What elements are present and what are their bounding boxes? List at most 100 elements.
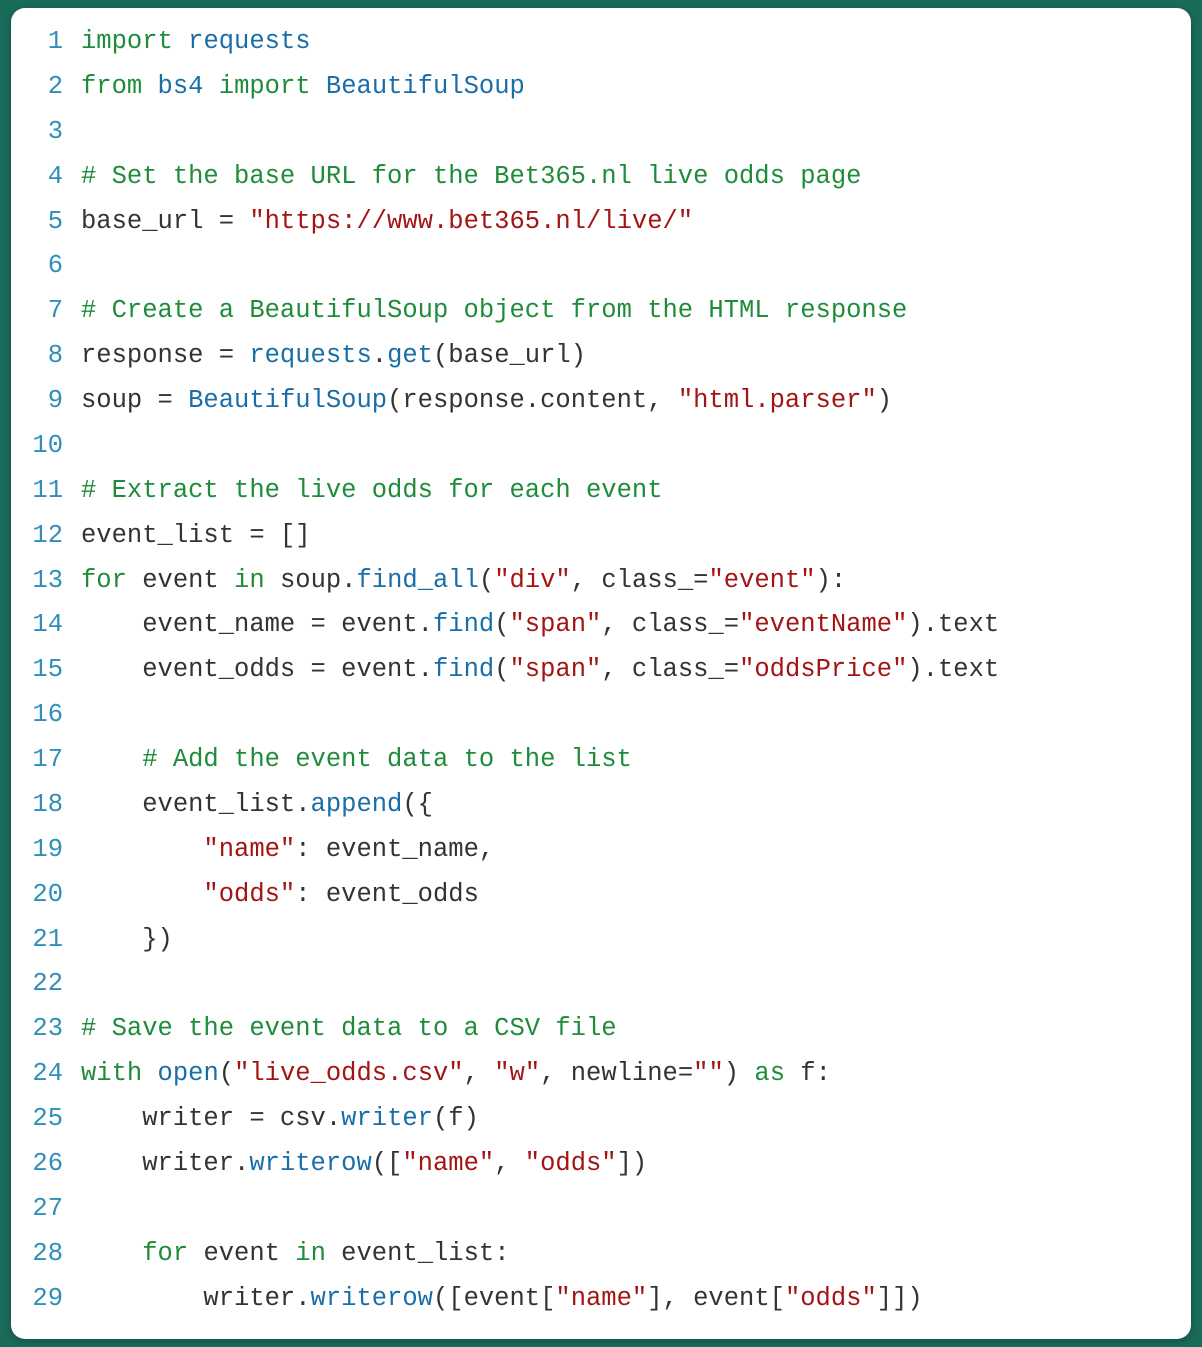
line-number: 7 <box>11 289 81 334</box>
code-line: 29 writer.writerow([event["name"], event… <box>11 1277 1191 1322</box>
code-token: (response.content, <box>387 386 678 415</box>
code-token: event_odds = event. <box>81 655 433 684</box>
code-token: soup. <box>265 566 357 595</box>
code-line: 24with open("live_odds.csv", "w", newlin… <box>11 1052 1191 1097</box>
code-token: # Add the event data to the list <box>142 745 632 774</box>
code-token: "odds" <box>203 880 295 909</box>
code-token: as <box>754 1059 785 1088</box>
code-token: find <box>433 610 494 639</box>
code-content[interactable]: import requests <box>81 20 1191 65</box>
code-content[interactable]: # Create a BeautifulSoup object from the… <box>81 289 1191 334</box>
line-number: 28 <box>11 1232 81 1277</box>
code-token: ).text <box>907 610 999 639</box>
code-token: from <box>81 72 142 101</box>
code-content[interactable]: from bs4 import BeautifulSoup <box>81 65 1191 110</box>
code-content[interactable]: writer.writerow([event["name"], event["o… <box>81 1277 1191 1322</box>
code-content[interactable]: writer = csv.writer(f) <box>81 1097 1191 1142</box>
code-token: ]) <box>617 1149 648 1178</box>
line-number: 8 <box>11 334 81 379</box>
code-token: : event_odds <box>295 880 479 909</box>
code-content[interactable]: event_list = [] <box>81 514 1191 559</box>
code-token: : event_name, <box>295 835 494 864</box>
code-line: 13for event in soup.find_all("div", clas… <box>11 559 1191 604</box>
code-line: 16 <box>11 693 1191 738</box>
code-content[interactable]: base_url = "https://www.bet365.nl/live/" <box>81 200 1191 245</box>
code-token: writerow <box>249 1149 371 1178</box>
code-line: 26 writer.writerow(["name", "odds"]) <box>11 1142 1191 1187</box>
code-token: import <box>219 72 311 101</box>
code-line: 3 <box>11 110 1191 155</box>
code-area[interactable]: 1import requests2from bs4 import Beautif… <box>11 20 1191 1321</box>
code-token: open <box>158 1059 219 1088</box>
code-token: for <box>142 1239 188 1268</box>
code-token: find_all <box>356 566 478 595</box>
code-token <box>81 1239 142 1268</box>
code-line: 6 <box>11 244 1191 289</box>
line-number: 17 <box>11 738 81 783</box>
code-content[interactable] <box>81 962 1191 1007</box>
code-token: , class_= <box>571 566 709 595</box>
code-token: ]]) <box>877 1284 923 1313</box>
code-content[interactable]: for event in soup.find_all("div", class_… <box>81 559 1191 604</box>
code-token: (f) <box>433 1104 479 1133</box>
code-token: "span" <box>510 655 602 684</box>
code-content[interactable]: # Set the base URL for the Bet365.nl liv… <box>81 155 1191 200</box>
code-token: # Save the event data to a CSV file <box>81 1014 617 1043</box>
code-token: , class_= <box>601 655 739 684</box>
code-token: ).text <box>907 655 999 684</box>
code-token: # Set the base URL for the Bet365.nl liv… <box>81 162 861 191</box>
code-content[interactable]: response = requests.get(base_url) <box>81 334 1191 379</box>
code-token: , class_= <box>601 610 739 639</box>
code-token <box>311 72 326 101</box>
code-token: "" <box>693 1059 724 1088</box>
code-token: writer. <box>81 1149 249 1178</box>
code-token: ], event[ <box>647 1284 785 1313</box>
code-line: 17 # Add the event data to the list <box>11 738 1191 783</box>
code-content[interactable]: event_list.append({ <box>81 783 1191 828</box>
code-line: 25 writer = csv.writer(f) <box>11 1097 1191 1142</box>
code-content[interactable]: "odds": event_odds <box>81 873 1191 918</box>
code-token: event_name = event. <box>81 610 433 639</box>
code-line: 10 <box>11 424 1191 469</box>
code-content[interactable]: # Save the event data to a CSV file <box>81 1007 1191 1052</box>
code-token: "div" <box>494 566 571 595</box>
code-token: ([ <box>372 1149 403 1178</box>
code-content[interactable]: writer.writerow(["name", "odds"]) <box>81 1142 1191 1187</box>
code-token <box>142 72 157 101</box>
code-content[interactable]: with open("live_odds.csv", "w", newline=… <box>81 1052 1191 1097</box>
code-token: ) <box>724 1059 755 1088</box>
code-token: event_list: <box>326 1239 510 1268</box>
code-content[interactable]: event_odds = event.find("span", class_="… <box>81 648 1191 693</box>
line-number: 20 <box>11 873 81 918</box>
code-content[interactable]: # Add the event data to the list <box>81 738 1191 783</box>
line-number: 5 <box>11 200 81 245</box>
code-content[interactable]: soup = BeautifulSoup(response.content, "… <box>81 379 1191 424</box>
code-token: writer = csv. <box>81 1104 341 1133</box>
code-content[interactable]: }) <box>81 918 1191 963</box>
code-content[interactable]: event_name = event.find("span", class_="… <box>81 603 1191 648</box>
code-token: , <box>494 1149 525 1178</box>
code-token: "odds" <box>785 1284 877 1313</box>
code-line: 19 "name": event_name, <box>11 828 1191 873</box>
code-line: 22 <box>11 962 1191 1007</box>
code-content[interactable] <box>81 1187 1191 1232</box>
code-content[interactable] <box>81 110 1191 155</box>
code-token: BeautifulSoup <box>188 386 387 415</box>
line-number: 12 <box>11 514 81 559</box>
line-number: 1 <box>11 20 81 65</box>
line-number: 23 <box>11 1007 81 1052</box>
code-content[interactable] <box>81 244 1191 289</box>
code-token: get <box>387 341 433 370</box>
code-content[interactable]: # Extract the live odds for each event <box>81 469 1191 514</box>
code-token: "live_odds.csv" <box>234 1059 464 1088</box>
code-content[interactable]: for event in event_list: <box>81 1232 1191 1277</box>
code-content[interactable] <box>81 693 1191 738</box>
code-line: 14 event_name = event.find("span", class… <box>11 603 1191 648</box>
code-token: ( <box>479 566 494 595</box>
code-line: 12event_list = [] <box>11 514 1191 559</box>
code-token: for <box>81 566 127 595</box>
code-token: "name" <box>402 1149 494 1178</box>
code-line: 2from bs4 import BeautifulSoup <box>11 65 1191 110</box>
code-content[interactable] <box>81 424 1191 469</box>
code-content[interactable]: "name": event_name, <box>81 828 1191 873</box>
